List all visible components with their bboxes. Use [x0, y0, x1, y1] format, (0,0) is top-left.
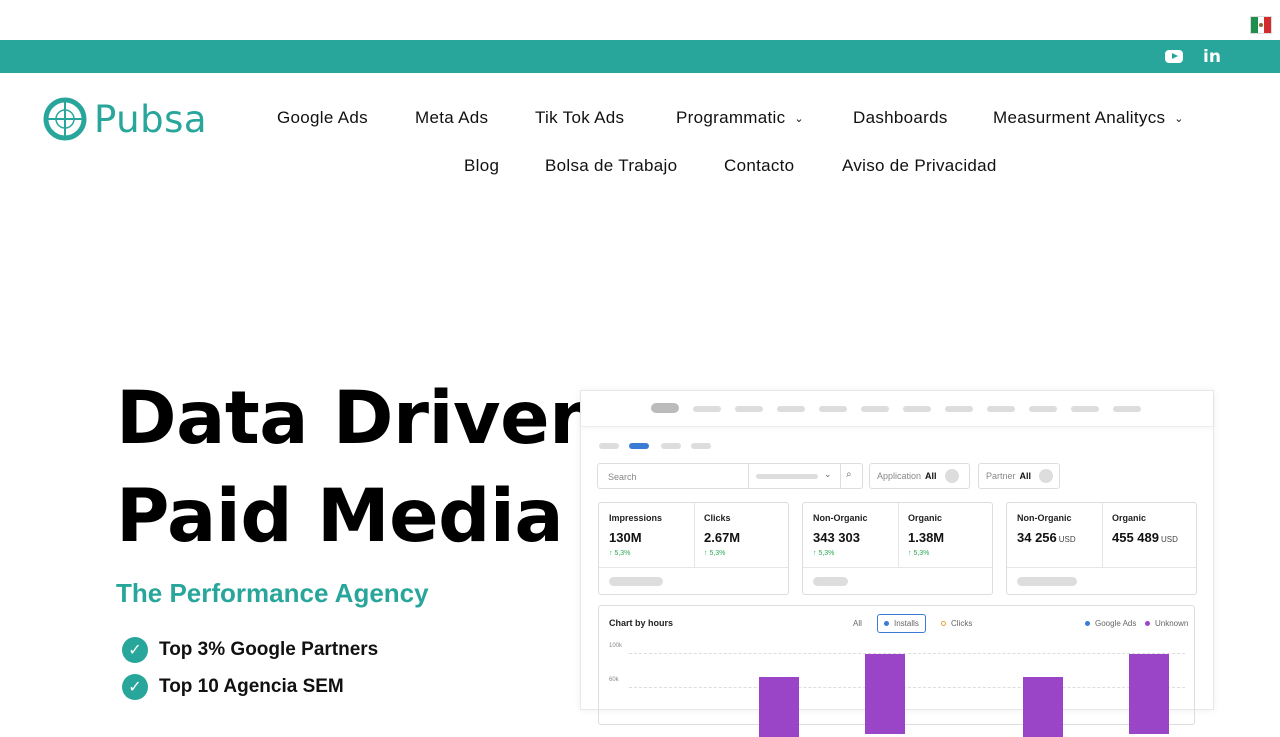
nav-blog[interactable]: Blog: [464, 156, 499, 176]
mockup-search-input: Search ⌄ ⌕: [597, 463, 863, 489]
search-icon: ⌕: [846, 469, 852, 480]
mexico-flag-icon[interactable]: [1250, 16, 1272, 34]
youtube-icon[interactable]: [1162, 40, 1186, 73]
top-strip: [0, 0, 1280, 40]
chart-bar: [1129, 654, 1169, 734]
nav-programmatic[interactable]: Programmatic ⌄: [676, 108, 804, 128]
social-bar: in: [0, 40, 1280, 73]
chart-option-clicks: Clicks: [941, 619, 972, 628]
mockup-metric-card: Impressions 130M ↑ 5,3% Clicks 2.67M ↑ 5,3%: [598, 502, 789, 595]
nav-measurement-analytics[interactable]: Measurment Analitycs ⌄: [993, 108, 1184, 128]
chevron-down-icon: ⌄: [824, 469, 832, 479]
legend-google-ads: Google Ads: [1085, 619, 1136, 628]
mockup-metric-card: Non-Organic 34 256 USD Organic 455 489 USD: [1006, 502, 1197, 595]
nav-tiktok-ads[interactable]: Tik Tok Ads: [535, 108, 624, 128]
chart-option-all: All: [853, 619, 862, 628]
nav-dashboards[interactable]: Dashboards: [853, 108, 948, 128]
nav-meta-ads[interactable]: Meta Ads: [415, 108, 488, 128]
mockup-metric-card: Non-Organic 343 303 ↑ 5,3% Organic 1.38M ↑ 5…: [802, 502, 993, 595]
nav-aviso-de-privacidad[interactable]: Aviso de Privacidad: [842, 156, 997, 176]
mockup-filter-partner: Partner All: [978, 463, 1060, 489]
pubsa-logo[interactable]: Pubsa: [42, 96, 207, 142]
hero-title-line-2: Paid Media: [116, 474, 564, 559]
chart-bar: [1023, 677, 1063, 737]
mockup-filter-application: Application All: [869, 463, 970, 489]
chevron-down-icon: ⌄: [794, 112, 804, 125]
mockup-chart: Chart by hours All Installs Clicks Googl…: [598, 605, 1195, 737]
hero-title-line-1: Data Driven: [116, 376, 601, 461]
chart-bar: [759, 677, 799, 737]
check-circle-icon: ✓: [122, 674, 148, 700]
legend-unknown: Unknown: [1145, 619, 1188, 628]
hero-title: Data Driven Paid Media: [116, 370, 601, 566]
nav-google-ads[interactable]: Google Ads: [277, 108, 368, 128]
linkedin-icon[interactable]: in: [1200, 40, 1224, 73]
hero-subtitle: The Performance Agency: [116, 578, 429, 608]
chart-bar: [865, 654, 905, 734]
chart-option-installs: Installs: [877, 614, 926, 633]
nav-bolsa-de-trabajo[interactable]: Bolsa de Trabajo: [545, 156, 677, 176]
mockup-tab-row: [581, 391, 1213, 427]
check-item: ✓ Top 3% Google Partners: [122, 637, 378, 663]
check-circle-icon: ✓: [122, 637, 148, 663]
chevron-down-icon: ⌄: [1174, 112, 1184, 125]
check-item: ✓ Top 10 Agencia SEM: [122, 674, 344, 700]
dashboard-mockup: Search ⌄ ⌕ Application All Partner All Imp…: [580, 390, 1214, 737]
logo-wordmark: Pubsa: [94, 97, 208, 141]
crosshair-logo-icon: [43, 97, 87, 141]
nav-contacto[interactable]: Contacto: [724, 156, 794, 176]
